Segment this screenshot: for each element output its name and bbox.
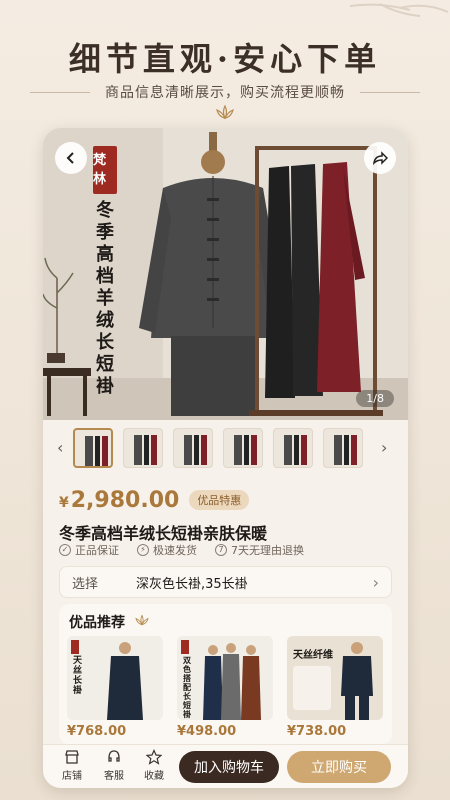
thumbnail[interactable] [273,428,313,468]
hero-title: 细节直观·安心下单 [68,40,382,78]
check-shield-icon: ✓ [59,544,71,556]
thumbnail-strip: ‹ › [43,426,408,472]
recommendation-price: ¥738.00 [287,724,347,739]
thumbnail[interactable] [173,428,213,468]
recommendation-image: 天丝长褂 [67,636,163,720]
recommendation-item[interactable]: 天丝长褂 ¥768.00 [67,636,163,739]
spec-value: 深灰色长褂,35长褂 [136,576,248,592]
return-icon: 7 [215,544,227,556]
image-counter: 1/8 [356,390,394,407]
headset-icon [108,750,120,762]
recommendation-image: 双色搭配长短褂 [177,636,273,720]
chevron-left-icon [66,152,74,164]
lotus-icon [135,614,149,626]
lotus-icon [216,104,234,120]
guarantee-list: ✓ 正品保证 ⚡ 极速发货 7 7天无理由退换 [59,542,304,558]
thumbnail[interactable] [223,428,263,468]
price-row: ¥ 2,980.00 优品特惠 [59,488,250,518]
thumbnail[interactable] [323,428,363,468]
customer-service-button[interactable]: 客服 [99,749,129,782]
add-to-cart-button[interactable]: 加入购物车 [179,751,279,783]
bottom-action-bar: 店铺 客服 收藏 加入购物车 立即购买 [43,744,408,788]
recommendation-title: 优品推荐 [69,615,125,631]
shop-button[interactable]: 店铺 [57,749,87,782]
product-price: 2,980.00 [70,488,180,513]
recommendation-caption: 双色搭配长短褂 [183,655,191,719]
guarantee-item: ✓ 正品保证 [59,542,119,558]
brand-seal: 梵林 [93,146,117,194]
hero-subtitle: 商品信息清晰展示，购买流程更顺畅 [105,85,345,101]
share-button[interactable] [364,142,396,174]
recommendation-caption: 天丝长褂 [73,656,83,696]
guarantee-item: 7 7天无理由退换 [215,542,304,558]
buy-now-button[interactable]: 立即购买 [287,751,391,783]
favorite-button[interactable]: 收藏 [139,749,169,782]
spec-label: 选择 [72,576,99,592]
recommendation-price: ¥768.00 [67,724,127,739]
guarantee-item: ⚡ 极速发货 [137,542,197,558]
recommendation-section: 优品推荐 天丝长褂 ¥768.00 双色搭配长短褂 ¥498.00 天丝纤维 ¥… [59,604,392,744]
star-icon [146,749,162,765]
lightning-icon: ⚡ [137,544,149,556]
spec-selector[interactable]: 选择 深灰色长褂,35长褂 › [59,566,392,598]
photo-vertical-title: 冬季高档羊绒长短褂 [96,200,114,397]
recommendation-item[interactable]: 天丝纤维 ¥738.00 [287,636,383,739]
currency-symbol: ¥ [59,495,69,511]
shop-icon [65,750,79,764]
thumbnail[interactable] [73,428,113,468]
chevron-right-icon[interactable]: › [381,438,387,457]
share-icon [372,151,388,166]
hero-subtitle-row: 商品信息清晰展示，购买流程更顺畅 [0,82,450,104]
thumbnail[interactable] [123,428,163,468]
recommendation-price: ¥498.00 [177,724,237,739]
product-detail-screen: 梵林 冬季高档羊绒长短褂 1/8 ‹ › ¥ 2,980.00 优品特惠 冬季高… [43,128,408,788]
product-photo[interactable]: 梵林 冬季高档羊绒长短褂 1/8 [43,128,408,420]
recommendation-caption: 天丝纤维 [293,650,333,661]
product-title: 冬季高档羊绒长短褂亲肤保暖 [59,524,268,543]
chevron-right-icon: › [372,572,379,592]
discount-badge: 优品特惠 [189,490,250,510]
back-button[interactable] [55,142,87,174]
chevron-left-icon[interactable]: ‹ [57,438,63,457]
recommendation-image: 天丝纤维 [287,636,383,720]
recommendation-item[interactable]: 双色搭配长短褂 ¥498.00 [177,636,273,739]
